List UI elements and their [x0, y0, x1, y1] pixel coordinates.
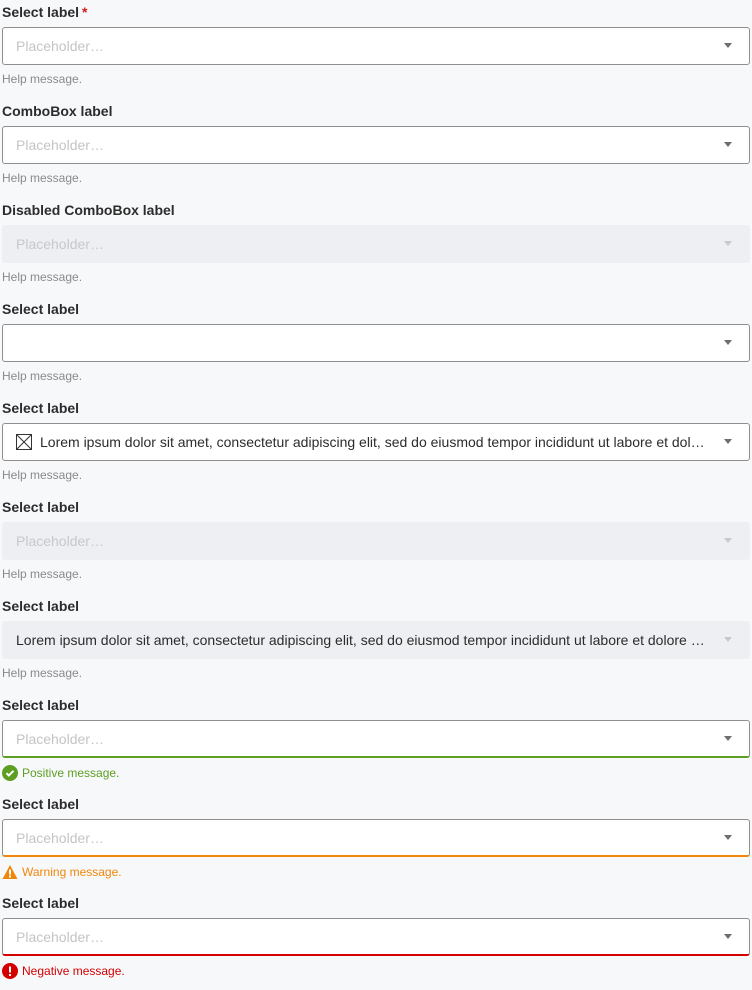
required-asterisk: *	[82, 4, 88, 20]
placeholder: Placeholder…	[16, 730, 104, 747]
field-label: ComboBox label	[2, 103, 113, 119]
field-label: Select label	[2, 301, 80, 317]
chevron-down-icon[interactable]	[724, 934, 732, 939]
field-label: Select label	[2, 499, 80, 515]
chevron-down-icon	[724, 637, 732, 642]
field-label: Select label	[2, 598, 80, 614]
selected-value: Lorem ipsum dolor sit amet, consectetur …	[40, 434, 709, 450]
select-input[interactable]: Placeholder…	[2, 819, 750, 857]
chevron-down-icon[interactable]	[724, 142, 732, 147]
select-input[interactable]: Placeholder…	[2, 720, 750, 758]
placeholder: Placeholder…	[16, 829, 104, 846]
select-input-disabled: Placeholder…	[2, 522, 750, 560]
error-circle-icon	[2, 963, 18, 979]
field-label: Select label	[2, 400, 80, 416]
help-message: Help message.	[2, 72, 83, 86]
field-label: Select label *	[2, 4, 88, 20]
chevron-down-icon[interactable]	[724, 340, 732, 345]
chevron-down-icon	[724, 241, 732, 246]
chevron-down-icon[interactable]	[724, 43, 732, 48]
field-label: Select label	[2, 895, 80, 911]
chevron-down-icon	[724, 538, 732, 543]
warning-message: Warning message.	[2, 864, 122, 880]
select-field-disabled: Select label Placeholder… Help message.	[2, 495, 750, 594]
help-message: Help message.	[2, 666, 83, 680]
positive-message: Positive message.	[2, 765, 119, 781]
combobox-input[interactable]: Placeholder…	[2, 126, 750, 164]
select-field-empty: Select label Help message.	[2, 297, 750, 396]
select-field-with-icon: Select label Lorem ipsum dolor sit amet,…	[2, 396, 750, 495]
image-placeholder-icon	[16, 434, 32, 450]
chevron-down-icon[interactable]	[724, 439, 732, 444]
selected-value: Lorem ipsum dolor sit amet, consectetur …	[16, 632, 709, 648]
message-text: Positive message.	[22, 766, 120, 780]
select-field-positive: Select label Placeholder… Positive messa…	[2, 693, 750, 792]
combobox-field-disabled: Disabled ComboBox label Placeholder… Hel…	[2, 198, 750, 297]
help-message: Help message.	[2, 468, 83, 482]
select-input[interactable]: Lorem ipsum dolor sit amet, consectetur …	[2, 423, 750, 461]
chevron-down-icon[interactable]	[724, 835, 732, 840]
select-input[interactable]: Placeholder…	[2, 918, 750, 956]
placeholder: Placeholder…	[16, 236, 104, 252]
field-label: Select label	[2, 697, 80, 713]
placeholder: Placeholder…	[16, 38, 104, 54]
field-label: Select label	[2, 796, 80, 812]
help-message: Help message.	[2, 369, 83, 383]
placeholder: Placeholder…	[16, 137, 104, 153]
select-field-required: Select label * Placeholder… Help message.	[2, 0, 750, 99]
select-field-negative: Select label Placeholder… Negative messa…	[2, 891, 750, 990]
help-message: Help message.	[2, 270, 83, 284]
combobox-input-disabled: Placeholder…	[2, 225, 750, 263]
placeholder: Placeholder…	[16, 928, 104, 945]
message-text: Warning message.	[22, 865, 122, 879]
select-field-warning: Select label Placeholder… Warning messag…	[2, 792, 750, 891]
negative-message: Negative message.	[2, 963, 125, 979]
select-input[interactable]	[2, 324, 750, 362]
select-field-disabled-value: Select label Lorem ipsum dolor sit amet,…	[2, 594, 750, 693]
message-text: Negative message.	[22, 964, 125, 978]
placeholder: Placeholder…	[16, 533, 104, 549]
check-circle-icon	[2, 765, 18, 781]
combobox-field: ComboBox label Placeholder… Help message…	[2, 99, 750, 198]
field-label: Disabled ComboBox label	[2, 202, 175, 218]
select-input-disabled: Lorem ipsum dolor sit amet, consectetur …	[2, 621, 750, 659]
help-message: Help message.	[2, 171, 83, 185]
warning-triangle-icon	[2, 865, 18, 879]
chevron-down-icon[interactable]	[724, 736, 732, 741]
select-input[interactable]: Placeholder…	[2, 27, 750, 65]
help-message: Help message.	[2, 567, 83, 581]
